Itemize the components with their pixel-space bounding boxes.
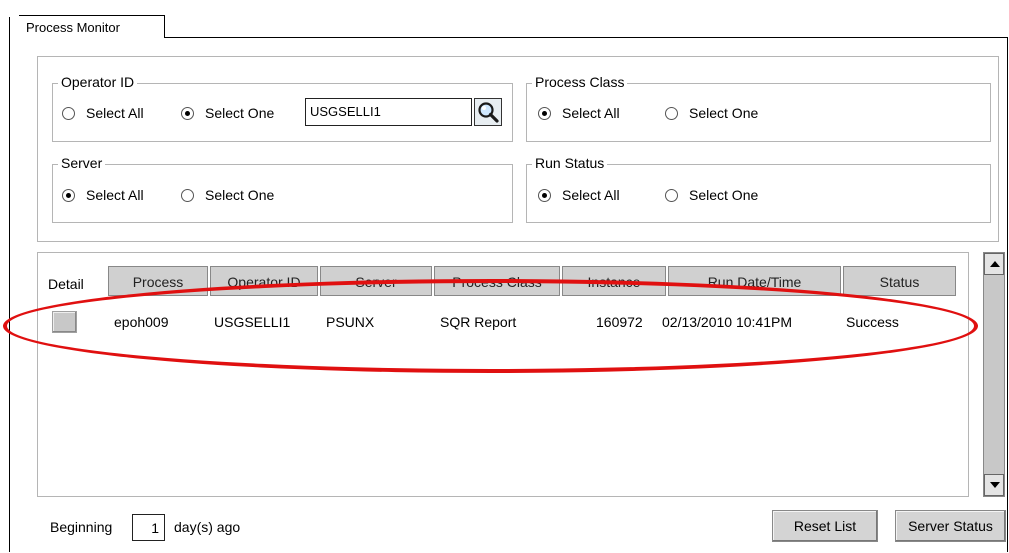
lookup-button[interactable]: [474, 98, 502, 126]
cell-run-datetime: 02/13/2010 10:41PM: [662, 314, 792, 330]
process-class-select-one-radio[interactable]: [665, 107, 678, 120]
days-ago-label: day(s) ago: [174, 519, 241, 535]
days-ago-input[interactable]: 1: [132, 514, 165, 541]
server-status-button[interactable]: Server Status: [895, 510, 1006, 542]
column-header-status[interactable]: Status: [843, 266, 956, 296]
server-select-all-radio[interactable]: [62, 189, 75, 202]
tab-process-monitor[interactable]: Process Monitor: [9, 15, 165, 38]
operator-select-all-label[interactable]: Select All: [86, 105, 144, 121]
operator-id-input[interactable]: USGSELLI1: [305, 98, 472, 126]
tab-strip-line: [165, 37, 1008, 38]
cell-status: Success: [846, 314, 899, 330]
server-legend: Server: [58, 155, 106, 171]
process-class-select-all-label[interactable]: Select All: [562, 105, 620, 121]
process-class-legend: Process Class: [532, 74, 628, 90]
cell-instance: 160972: [596, 314, 643, 330]
scroll-up-button[interactable]: [984, 253, 1004, 275]
arrow-up-icon: [990, 261, 1000, 267]
detail-column-header: Detail: [48, 276, 84, 292]
server-select-all-label[interactable]: Select All: [86, 187, 144, 203]
magnifier-icon: [478, 102, 499, 123]
operator-select-all-radio[interactable]: [62, 107, 75, 120]
cell-process-class: SQR Report: [440, 314, 517, 330]
server-select-one-radio[interactable]: [181, 189, 194, 202]
run-status-select-all-label[interactable]: Select All: [562, 187, 620, 203]
run-status-select-all-radio[interactable]: [538, 189, 551, 202]
process-class-select-one-label[interactable]: Select One: [689, 105, 758, 121]
process-class-select-all-radio[interactable]: [538, 107, 551, 120]
cell-process: epoh009: [114, 314, 169, 330]
column-header-process[interactable]: Process: [108, 266, 208, 296]
cell-server: PSUNX: [326, 314, 375, 330]
vertical-scrollbar[interactable]: [983, 252, 1005, 497]
tab-label: Process Monitor: [26, 20, 120, 35]
cell-operator-id: USGSELLI1: [214, 314, 291, 330]
detail-button[interactable]: [52, 311, 77, 333]
column-header-operator-id[interactable]: Operator ID: [210, 266, 318, 296]
operator-select-one-label[interactable]: Select One: [205, 105, 274, 121]
reset-list-button[interactable]: Reset List: [772, 510, 878, 542]
column-header-instance[interactable]: Instance: [562, 266, 666, 296]
operator-id-legend: Operator ID: [58, 74, 138, 90]
operator-select-one-radio[interactable]: [181, 107, 194, 120]
column-header-process-class[interactable]: Process Class: [434, 266, 560, 296]
arrow-down-icon: [990, 482, 1000, 488]
run-status-select-one-label[interactable]: Select One: [689, 187, 758, 203]
scroll-down-button[interactable]: [984, 474, 1004, 496]
column-header-server[interactable]: Server: [320, 266, 432, 296]
server-select-one-label[interactable]: Select One: [205, 187, 274, 203]
run-status-legend: Run Status: [532, 155, 608, 171]
run-status-select-one-radio[interactable]: [665, 189, 678, 202]
beginning-label: Beginning: [50, 519, 113, 535]
column-header-run-datetime[interactable]: Run Date/Time: [668, 266, 841, 296]
